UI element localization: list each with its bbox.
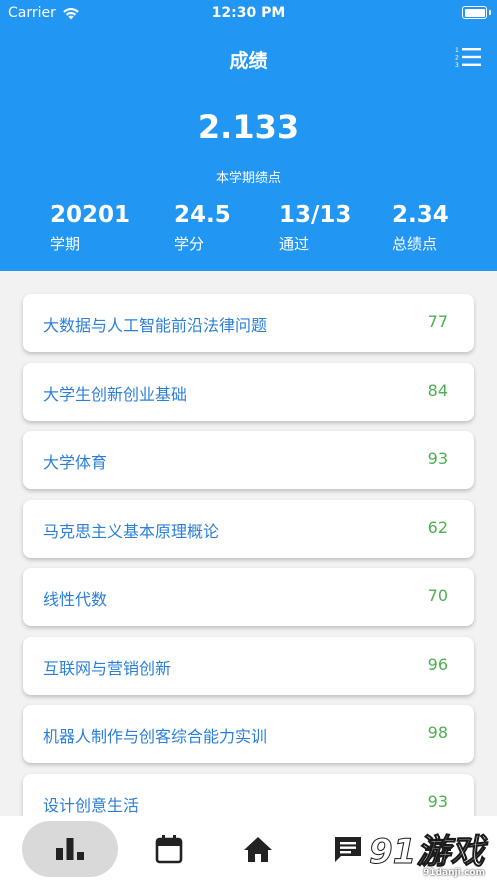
course-name: 马克思主义基本原理概论	[43, 522, 220, 541]
stat-total-gpa: 2.34 总绩点	[392, 201, 449, 254]
course-name: 大数据与人工智能前沿法律问题	[43, 316, 268, 335]
watermark-site: 91danji.com	[423, 868, 485, 878]
course-name: 大学体育	[43, 453, 108, 472]
course-card[interactable]: 大学生创新创业基础 84	[23, 363, 474, 421]
svg-text:1: 1	[455, 47, 459, 54]
stat-value: 20201	[50, 202, 131, 228]
stat-value: 13/13	[279, 202, 352, 228]
sort-list-icon[interactable]: 1 2 3	[455, 46, 481, 68]
course-name: 互联网与营销创新	[43, 659, 172, 678]
course-score: 62	[427, 518, 448, 537]
stat-label: 总绩点	[392, 235, 438, 253]
stat-value: 24.5	[174, 202, 231, 228]
nav-calendar[interactable]	[121, 821, 217, 877]
course-score: 84	[427, 381, 448, 400]
course-name: 大学生创新创业基础	[43, 385, 188, 404]
course-card[interactable]: 互联网与营销创新 96	[23, 637, 474, 695]
battery-icon	[462, 6, 487, 19]
course-name: 设计创意生活	[43, 796, 140, 815]
app-bar: 成绩 1 2 3	[0, 26, 497, 90]
course-score: 98	[427, 723, 448, 742]
course-card[interactable]: 设计创意生活 93	[23, 774, 474, 816]
battery-tip	[489, 10, 491, 15]
svg-text:3: 3	[455, 62, 459, 68]
home-icon	[244, 837, 272, 862]
course-card[interactable]: 大学体育 93	[23, 431, 474, 489]
course-name: 线性代数	[43, 590, 108, 609]
course-score: 93	[427, 449, 448, 468]
chat-icon	[335, 837, 361, 862]
stat-passed: 13/13 通过	[279, 201, 351, 254]
nav-home[interactable]	[210, 821, 306, 877]
course-card[interactable]: 大数据与人工智能前沿法律问题 77	[23, 294, 474, 352]
nav-grades[interactable]	[22, 821, 118, 877]
status-bar: Carrier 12:30 PM	[0, 0, 497, 26]
stat-label: 学分	[174, 235, 205, 253]
bar-chart-icon	[56, 838, 84, 860]
semester-gpa-value: 2.133	[197, 108, 300, 146]
status-time: 12:30 PM	[211, 5, 286, 21]
stat-credits: 24.5 学分	[174, 201, 231, 254]
course-score: 93	[427, 792, 448, 811]
course-list[interactable]: 大数据与人工智能前沿法律问题 77 大学生创新创业基础 84 大学体育 93 马…	[0, 271, 497, 816]
stat-label: 通过	[279, 235, 310, 253]
semester-gpa-label: 本学期绩点	[215, 171, 281, 186]
course-score: 96	[427, 655, 448, 674]
course-card[interactable]: 马克思主义基本原理概论 62	[23, 500, 474, 558]
course-card[interactable]: 线性代数 70	[23, 568, 474, 626]
course-name: 机器人制作与创客综合能力实训	[43, 727, 268, 746]
page-title: 成绩	[229, 50, 268, 72]
nav-messages[interactable]	[300, 821, 396, 877]
course-score: 70	[427, 586, 448, 605]
stat-value: 2.34	[392, 202, 449, 228]
gpa-summary: 2.133 本学期绩点 20201 学期 24.5 学分 13/13 通过 2.…	[0, 90, 497, 271]
course-card[interactable]: 机器人制作与创客综合能力实训 98	[23, 705, 474, 763]
gear-icon	[425, 836, 451, 862]
stat-label: 学期	[50, 235, 81, 253]
calendar-icon	[155, 835, 183, 864]
svg-text:2: 2	[455, 55, 459, 62]
stat-semester: 20201 学期	[50, 201, 130, 254]
course-score: 77	[427, 312, 448, 331]
